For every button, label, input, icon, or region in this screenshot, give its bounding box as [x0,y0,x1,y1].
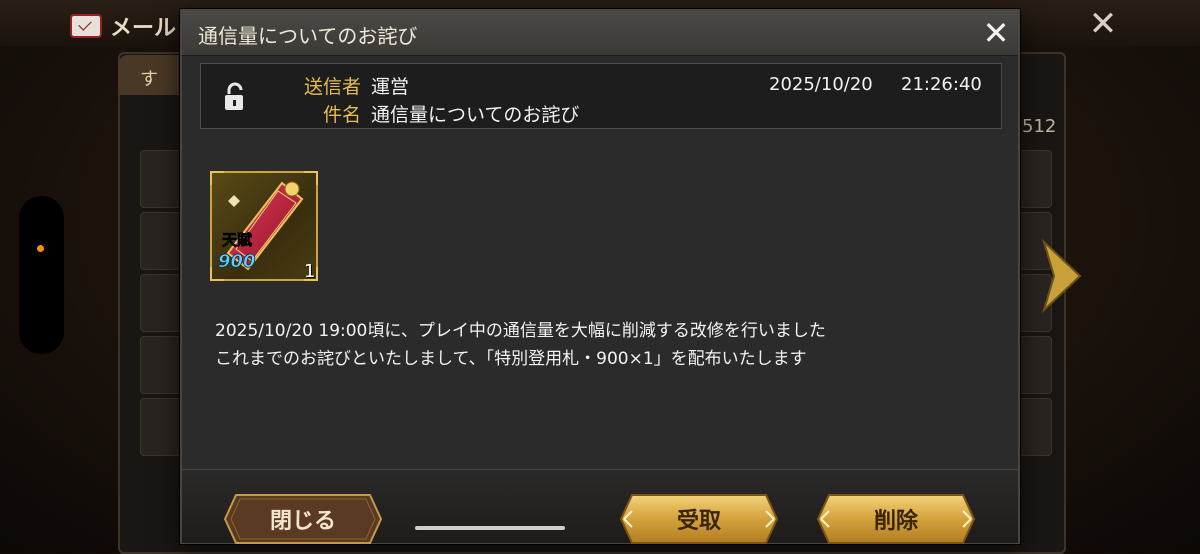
close-icon[interactable]: ✕ [978,15,1014,51]
dialog-footer: 閉じる 受取 削除 [182,469,1018,546]
side-handle[interactable] [19,196,64,354]
attachment-label: 天賦 [222,231,252,249]
dialog-title: 通信量についてのお詫び [198,24,418,48]
background-screen-title-text: メール [110,16,177,41]
attachment-item[interactable]: 天賦 900 [210,171,318,281]
home-indicator[interactable] [415,526,565,530]
background-mail-count: 512 [1022,116,1057,137]
attachment-value: 900 [218,251,256,272]
delete-button[interactable]: 削除 [815,492,977,546]
background-screen-title: メール [70,10,176,42]
background-tab[interactable]: す [118,55,188,95]
subject-label: 件名 [322,104,361,126]
dialog-header: 通信量についてのお詫び ✕ [182,11,1018,56]
receive-button-label: 受取 [676,509,721,534]
lock-open-icon [225,82,243,110]
sender-label: 送信者 [303,76,361,98]
mail-time: 21:26:40 [901,74,982,95]
mail-detail-dialog: 通信量についてのお詫び ✕ 送信者 運営 件名 通信量についてのお詫び 2025… [180,9,1020,544]
message-line: これまでのお詫びといたしまして、「特別登用札・900×1」を配布いたします [215,349,807,369]
notification-dot [37,245,44,252]
receive-button[interactable]: 受取 [618,492,780,546]
mail-date: 2025/10/20 [769,74,873,95]
close-button-label: 閉じる [269,509,336,534]
delete-button-label: 削除 [873,509,918,534]
mail-message-body: 2025/10/20 19:00頃に、プレイ中の通信量を大幅に削減する改修を行い… [215,317,975,373]
message-line: 2025/10/20 19:00頃に、プレイ中の通信量を大幅に削減する改修を行い… [215,321,826,341]
mail-icon [70,14,102,38]
close-button[interactable]: 閉じる [222,492,384,546]
sender-value: 運営 [371,76,410,98]
background-close-icon[interactable]: ✕ [1085,6,1121,42]
chevron-right-icon[interactable] [1040,238,1086,314]
mail-info-box: 送信者 運営 件名 通信量についてのお詫び 2025/10/20 21:26:4… [200,63,1002,129]
talent-scroll-icon: 天賦 900 [218,181,304,272]
subject-value: 通信量についてのお詫び [371,104,580,126]
attachment-quantity: 1 [304,261,316,282]
